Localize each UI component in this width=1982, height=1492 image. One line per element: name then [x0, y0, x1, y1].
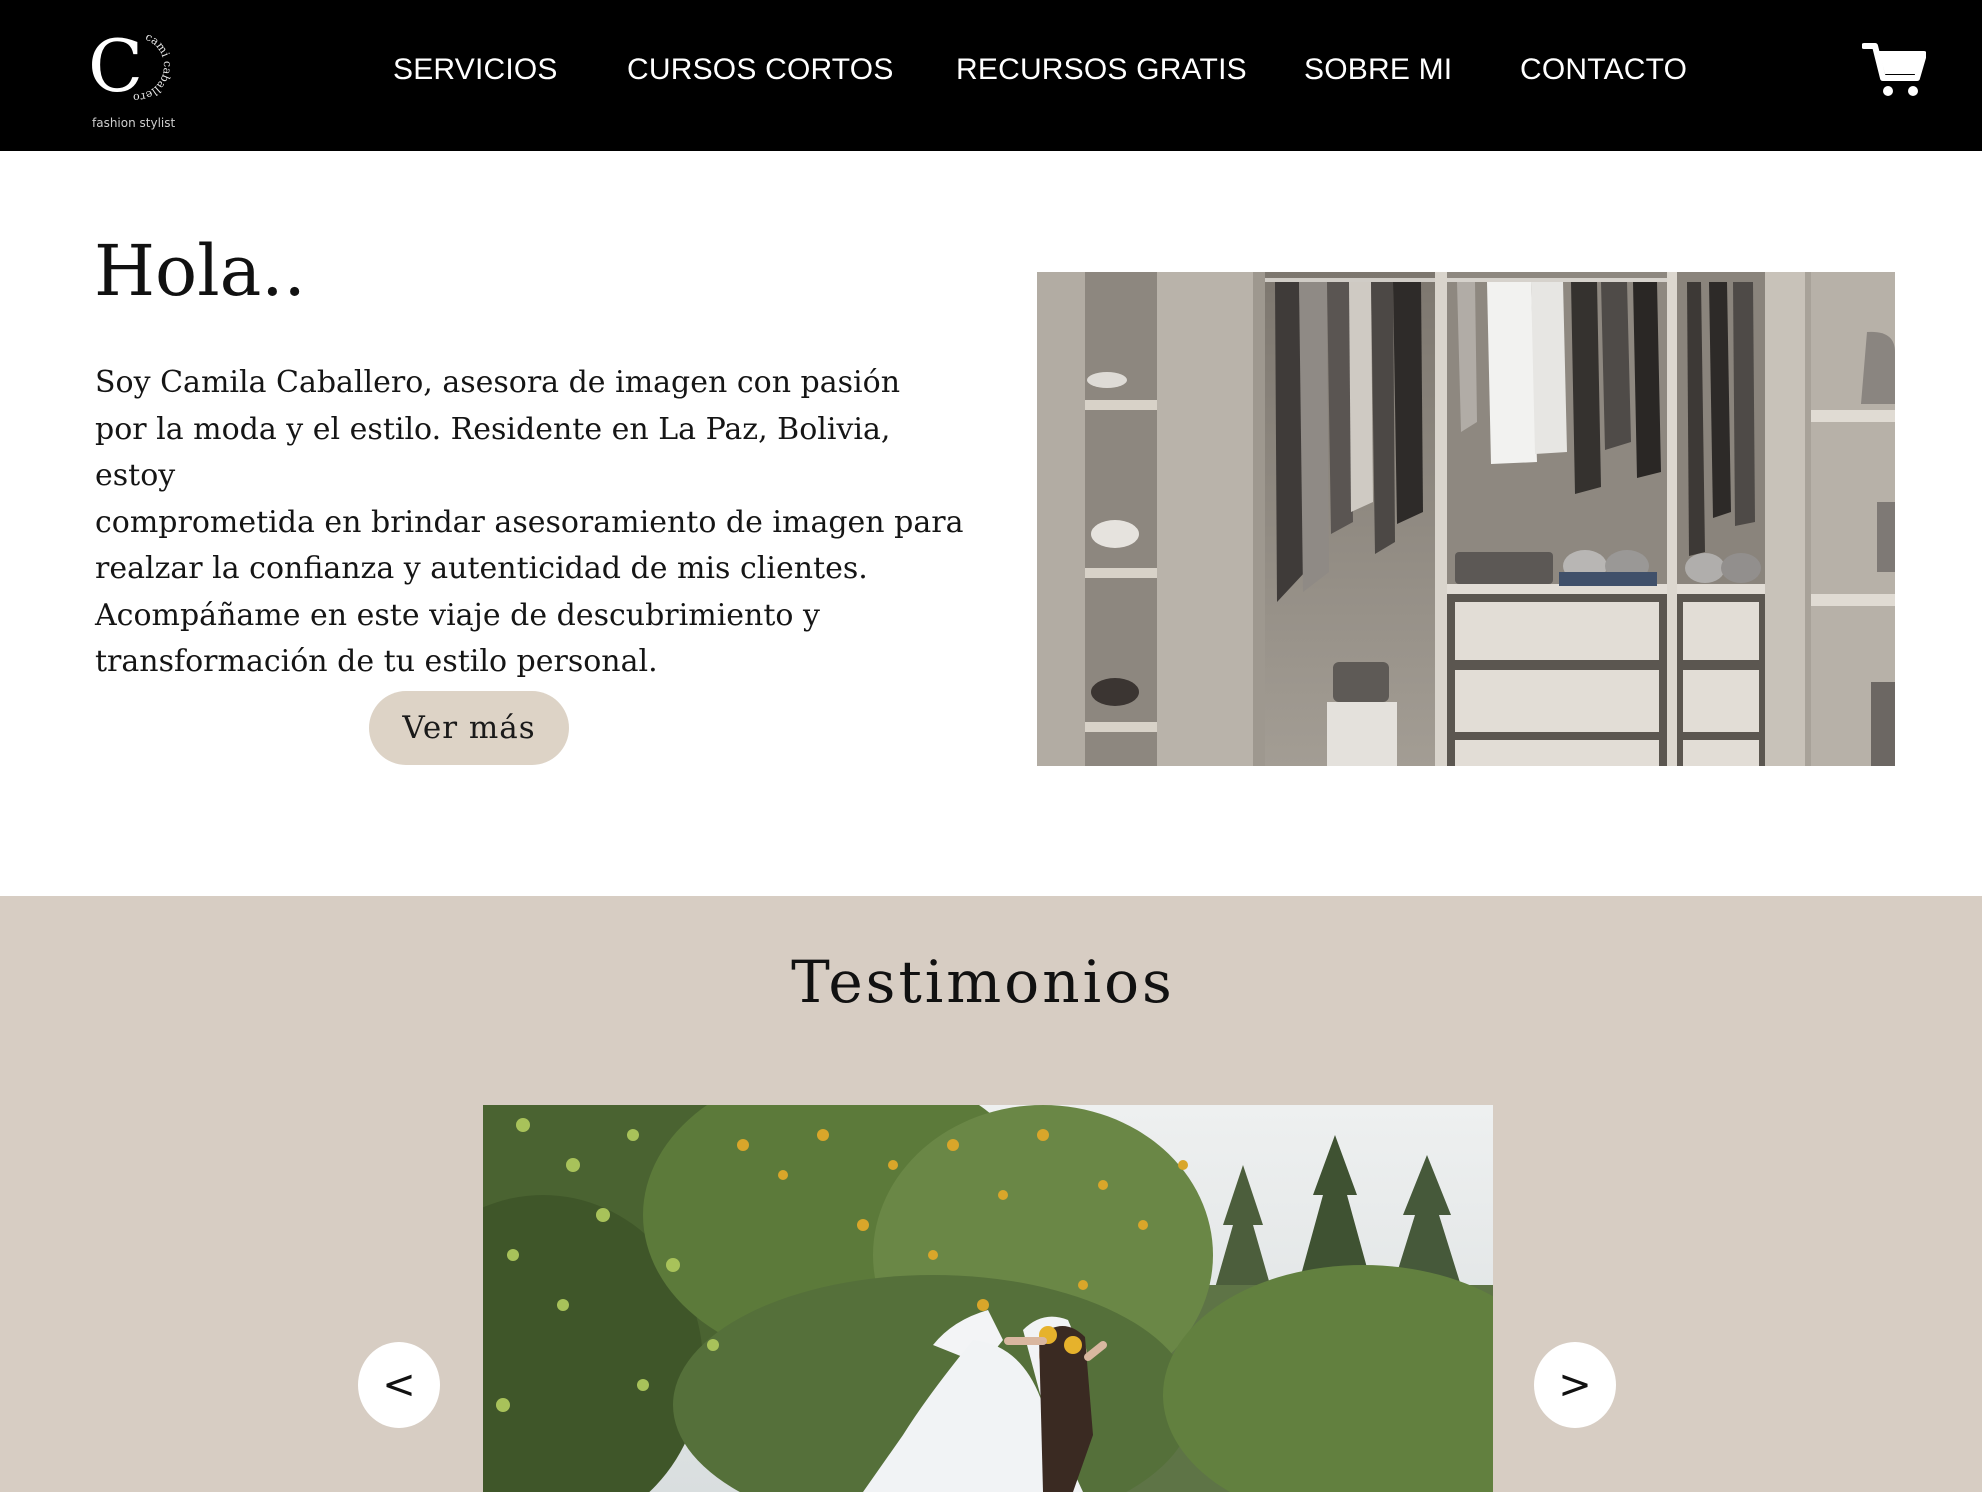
nav-item-cursos-cortos[interactable]: CURSOS CORTOS [627, 53, 894, 87]
carousel-prev-button[interactable]: < [358, 1342, 440, 1428]
intro-line: por la moda y el estilo. Residente en La… [95, 411, 891, 494]
intro-title: Hola.. [94, 230, 306, 312]
carousel-next-button[interactable]: > [1534, 1342, 1616, 1428]
testimonials-title: Testimonios [791, 948, 1175, 1016]
intro-line: Soy Camila Caballero, asesora de imagen … [95, 365, 901, 400]
nav-item-recursos-gratis[interactable]: RECURSOS GRATIS [956, 53, 1247, 87]
site-header: cami caballero C fashion stylist SERVICI… [0, 0, 1982, 151]
nav-item-servicios[interactable]: SERVICIOS [393, 53, 558, 87]
intro-line: Acompáñame en este viaje de descubrimien… [95, 597, 820, 633]
testimonials-section: Testimonios < > [0, 896, 1982, 1492]
nav-item-contacto[interactable]: CONTACTO [1520, 53, 1687, 87]
intro-line: comprometida en brindar asesoramiento de… [95, 504, 964, 540]
intro-line: realzar la confianza y autenticidad de m… [95, 551, 868, 586]
ver-mas-button[interactable]: Ver más [369, 691, 569, 765]
main-navigation: SERVICIOS CURSOS CORTOS RECURSOS GRATIS … [0, 0, 1982, 151]
testimonial-photo [483, 1105, 1493, 1492]
intro-line: transformación de tu estilo personal. [95, 644, 658, 679]
nav-item-sobre-mi[interactable]: SOBRE MI [1304, 53, 1452, 87]
shopping-cart-icon[interactable] [1861, 40, 1927, 98]
intro-paragraph: Soy Camila Caballero, asesora de imagen … [95, 360, 975, 686]
wardrobe-image [1037, 272, 1895, 766]
